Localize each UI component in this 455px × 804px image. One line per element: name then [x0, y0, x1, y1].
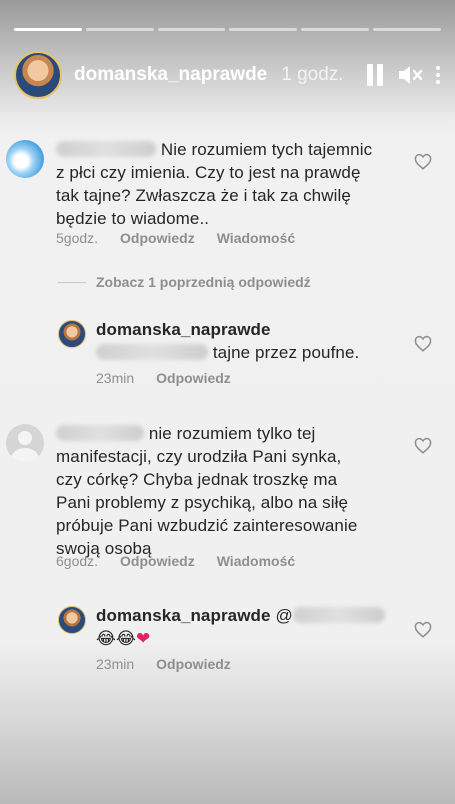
progress-segment: [157, 28, 226, 31]
comment-meta: 5godz. Odpowiedz Wiadomość: [56, 230, 295, 246]
comment-text: Nie rozumiem tych tajemnic z płci czy im…: [56, 140, 373, 228]
reply-time: 23min: [96, 370, 135, 386]
hidden-username: [56, 141, 156, 157]
pause-icon[interactable]: [365, 64, 385, 86]
reply-button[interactable]: Odpowiedz: [120, 553, 195, 569]
mute-icon[interactable]: [397, 64, 423, 86]
reply-text: domanska_naprawde @ 😂😂❤: [96, 604, 406, 650]
avatar[interactable]: [58, 606, 86, 634]
comment-meta: 6godz. Odpowiedz Wiadomość: [56, 553, 295, 569]
reply-meta: 23min Odpowiedz: [96, 656, 231, 672]
progress-segment: [229, 28, 298, 31]
message-button[interactable]: Wiadomość: [217, 230, 295, 246]
story-username[interactable]: domanska_naprawde: [74, 64, 267, 86]
hidden-username: [96, 344, 208, 360]
progress-segment: [14, 28, 82, 31]
hidden-username: [56, 425, 144, 441]
progress-segment: [373, 28, 441, 31]
message-button[interactable]: Wiadomość: [217, 553, 295, 569]
progress-segment: [301, 28, 370, 31]
hidden-username: [292, 607, 385, 623]
heart-emoji: ❤: [135, 629, 151, 648]
reply-text: domanska_naprawde tajne przez poufne.: [96, 320, 360, 362]
like-heart-icon[interactable]: [414, 621, 432, 639]
laughing-emoji: 😂: [115, 629, 136, 648]
story-progress: [14, 28, 441, 31]
comment-time: 6godz.: [56, 553, 99, 569]
more-options-icon[interactable]: [435, 66, 441, 84]
comment-text: nie rozumiem tylko tej manifestacji, czy…: [56, 424, 358, 558]
like-heart-icon[interactable]: [414, 335, 432, 353]
story-header: domanska_naprawde 1 godz.: [14, 50, 441, 100]
like-heart-icon[interactable]: [414, 437, 432, 455]
avatar[interactable]: [6, 424, 44, 462]
like-heart-icon[interactable]: [414, 153, 432, 171]
story-screen: domanska_naprawde 1 godz. Nie rozumiem t…: [0, 0, 455, 804]
reply-username[interactable]: domanska_naprawde: [96, 320, 271, 339]
reply-username[interactable]: domanska_naprawde: [96, 606, 271, 625]
view-previous-replies[interactable]: Zobacz 1 poprzednią odpowiedź: [58, 274, 311, 290]
reply-meta: 23min Odpowiedz: [96, 370, 231, 386]
reply-time: 23min: [96, 656, 135, 672]
reply-button[interactable]: Odpowiedz: [156, 656, 231, 672]
avatar[interactable]: [58, 320, 86, 348]
story-time: 1 godz.: [281, 64, 344, 85]
avatar[interactable]: [14, 51, 62, 99]
comment-time: 5godz.: [56, 230, 99, 246]
reply-button[interactable]: Odpowiedz: [156, 370, 231, 386]
reply-button[interactable]: Odpowiedz: [120, 230, 195, 246]
laughing-emoji: 😂: [96, 629, 116, 648]
progress-segment: [85, 28, 154, 31]
avatar[interactable]: [6, 140, 44, 178]
